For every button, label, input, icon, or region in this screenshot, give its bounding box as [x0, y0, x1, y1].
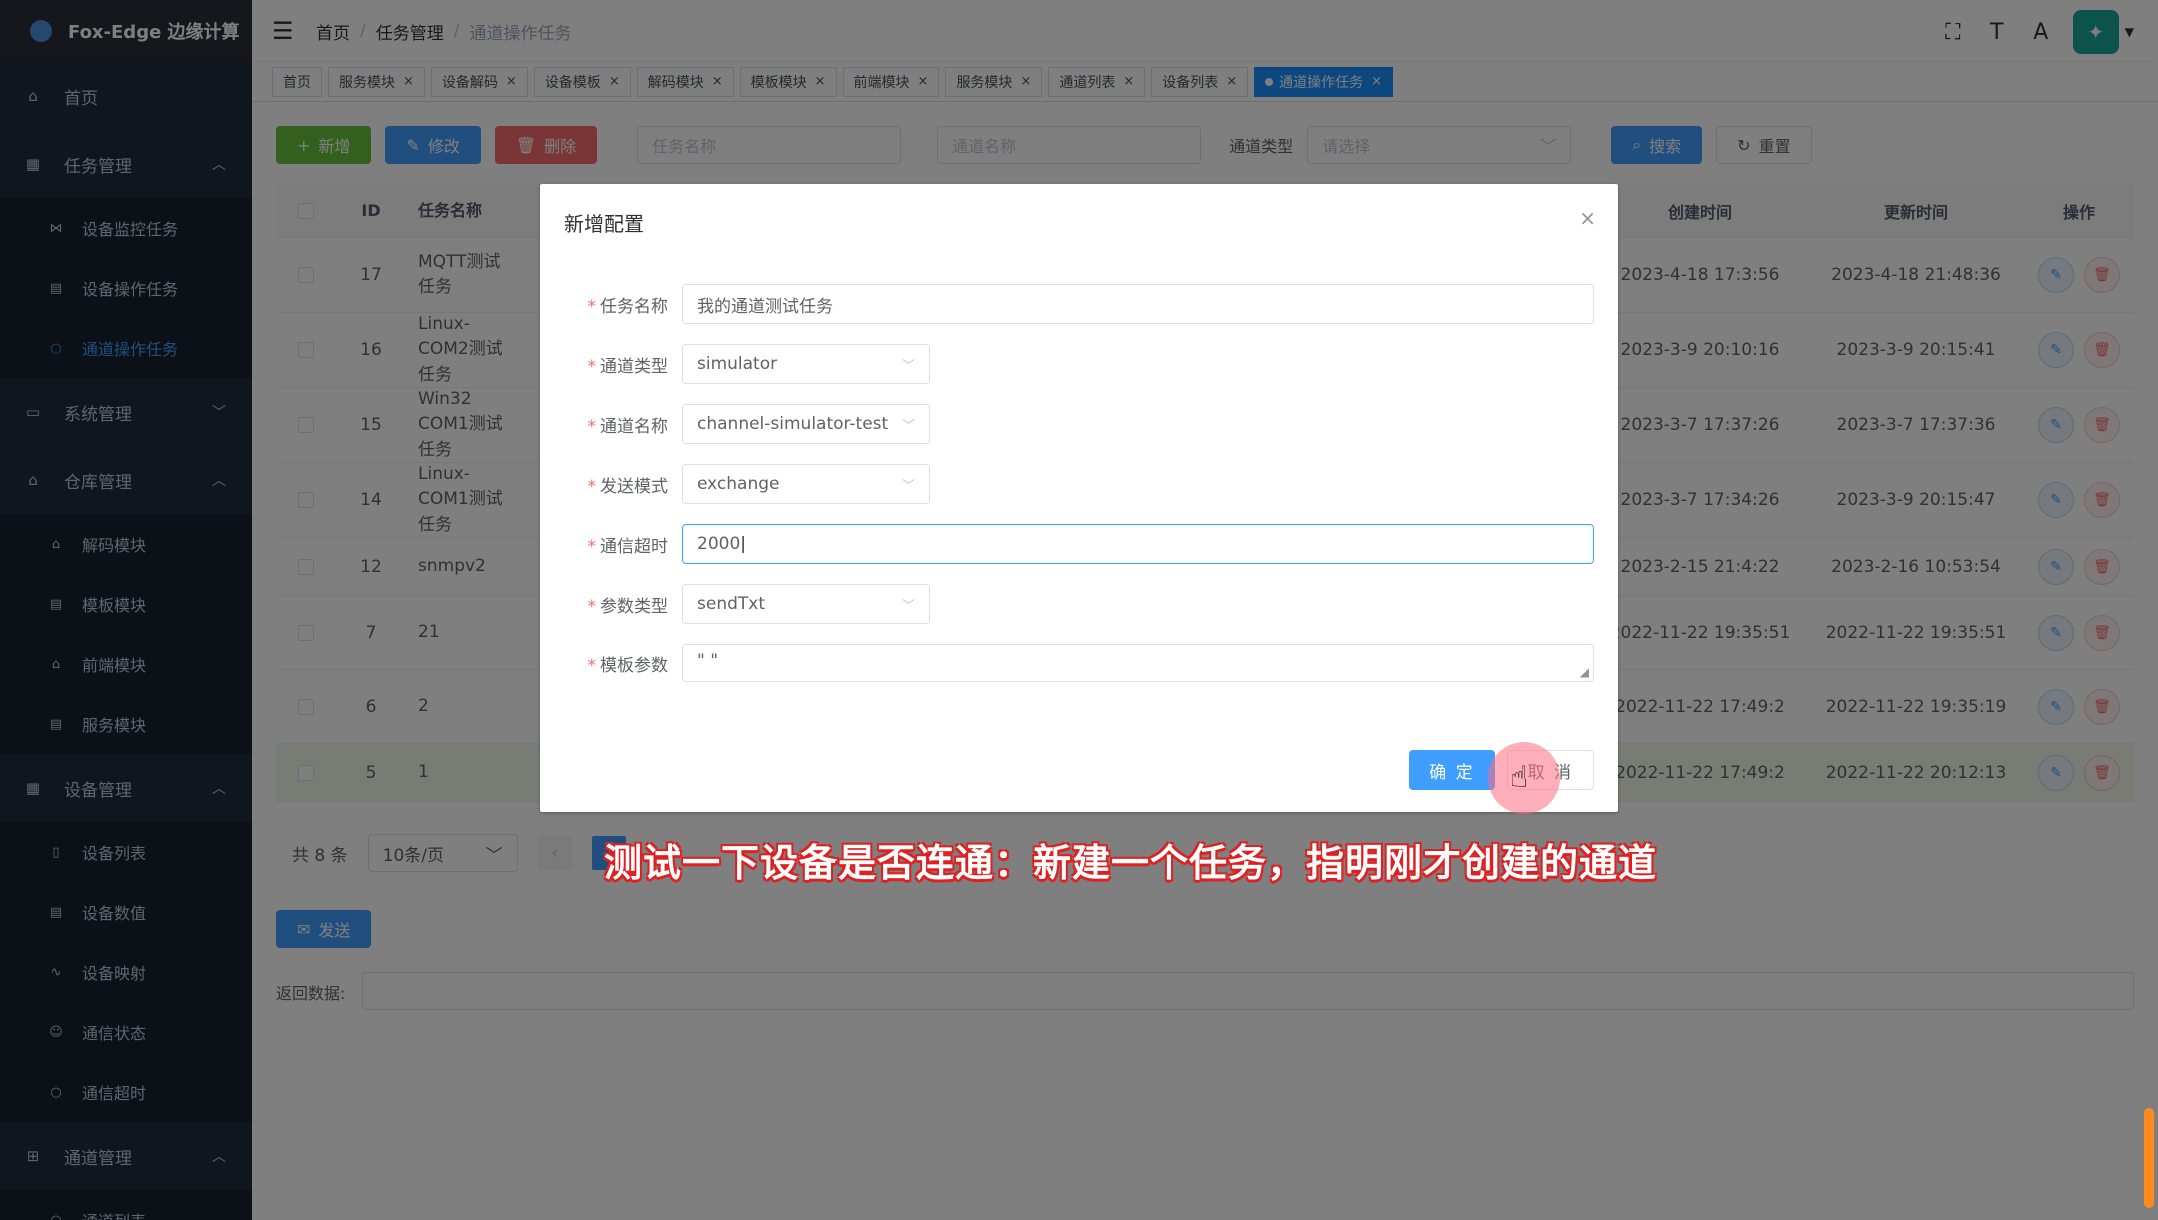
- add-config-dialog: 新增配置 × * 任务名称 我的通道测试任务 * 通道类型 simulator ﹀ *…: [540, 184, 1618, 812]
- form-row-task-name: * 任务名称 我的通道测试任务: [540, 284, 1594, 324]
- param-type-select[interactable]: sendTxt ﹀: [682, 584, 930, 624]
- chevron-down-icon: ﹀: [901, 358, 915, 374]
- confirm-button[interactable]: 确 定: [1409, 750, 1495, 790]
- form-row-timeout: * 通信超时 2000 |: [540, 524, 1594, 564]
- select-value: sendTxt: [697, 594, 765, 614]
- form-row-channel-name: * 通道名称 channel-simulator-test ﹀: [540, 404, 1594, 444]
- field-label: * 通道名称: [587, 416, 669, 437]
- input-value: 2000: [697, 534, 741, 554]
- field-label: * 模板参数: [587, 655, 669, 676]
- select-value: exchange: [697, 474, 780, 494]
- form-row-param-type: * 参数类型 sendTxt ﹀: [540, 584, 1594, 624]
- select-value: simulator: [697, 354, 778, 374]
- hand-cursor-icon: ☝: [1510, 760, 1529, 795]
- dialog-title: 新增配置: [564, 212, 644, 236]
- close-icon[interactable]: ×: [1579, 206, 1596, 230]
- form-row-channel-type: * 通道类型 simulator ﹀: [540, 344, 1594, 384]
- send-mode-select[interactable]: exchange ﹀: [682, 464, 930, 504]
- form-row-send-mode: * 发送模式 exchange ﹀: [540, 464, 1594, 504]
- scrollbar-thumb[interactable]: [2144, 1108, 2154, 1208]
- field-label: * 参数类型: [587, 596, 669, 617]
- select-value: channel-simulator-test: [697, 414, 889, 434]
- textarea-value: " ": [697, 651, 719, 671]
- field-label: * 任务名称: [587, 296, 669, 317]
- form-row-template-params: * 模板参数 " " ◢: [540, 644, 1594, 682]
- resize-handle-icon[interactable]: ◢: [1580, 665, 1589, 679]
- template-params-textarea[interactable]: " " ◢: [682, 644, 1594, 682]
- input-value: 我的通道测试任务: [697, 296, 833, 317]
- channel-type-select[interactable]: simulator ﹀: [682, 344, 930, 384]
- field-label: * 发送模式: [587, 476, 669, 497]
- timeout-input[interactable]: 2000 |: [682, 524, 1594, 564]
- chevron-down-icon: ﹀: [901, 478, 915, 494]
- chevron-down-icon: ﹀: [901, 598, 915, 614]
- chevron-down-icon: ﹀: [901, 418, 915, 434]
- channel-name-select[interactable]: channel-simulator-test ﹀: [682, 404, 930, 444]
- video-caption: 测试一下设备是否连通：新建一个任务，指明刚才创建的通道: [604, 841, 1658, 885]
- field-label: * 通道类型: [587, 356, 669, 377]
- field-label: * 通信超时: [587, 536, 669, 557]
- task-name-input[interactable]: 我的通道测试任务: [682, 284, 1594, 324]
- text-cursor: |: [740, 534, 746, 554]
